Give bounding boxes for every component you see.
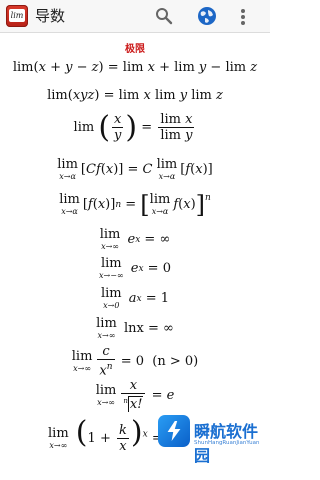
formula-limit-power: lim x→α[f(x)] n = [lim x→α f(x)] n <box>59 190 211 219</box>
formula-limit-quotient: lim (x y) = lim x lim y <box>73 109 195 145</box>
formula-limit-factorial-root: lim x→∞ x n x! = e <box>95 378 175 413</box>
formula-limit-sum: lim(x + y − z) = lim x + lim y − lim z <box>12 60 258 75</box>
search-icon[interactable] <box>155 7 173 25</box>
formula-limit-exp-neg-inf: lim x→−∞ ex = 0 <box>99 256 171 281</box>
watermark-url: ShunHangRuanJianYuan <box>194 440 260 446</box>
section-title: 极限 <box>125 44 145 55</box>
formula-limit-product: lim(x y z) = lim x lim y lim z <box>47 88 223 103</box>
more-vert-icon[interactable] <box>238 7 248 25</box>
watermark-logo-icon <box>158 415 190 447</box>
app-logo-icon: lim <box>6 5 28 27</box>
globe-icon[interactable] <box>197 6 217 26</box>
formula-limit-log: lim x→∞ lnx = ∞ <box>96 316 174 341</box>
formula-limit-reciprocal-power: lim x→∞ c xn = 0 (n > 0) <box>71 344 199 379</box>
app-bar: lim 导数 <box>0 0 270 33</box>
formula-limit-constant: lim x→α[Cf(x)] = C lim x→α[f(x)] <box>57 157 213 182</box>
formula-limit-exp-inf: lim x→∞ ex = ∞ <box>99 227 171 252</box>
watermark: 瞬航软件园 ShunHangRuanJianYuan <box>158 415 268 475</box>
app-title: 导数 <box>35 7 66 25</box>
formula-limit-power-zero: lim x→0 ax = 1 <box>100 286 170 311</box>
